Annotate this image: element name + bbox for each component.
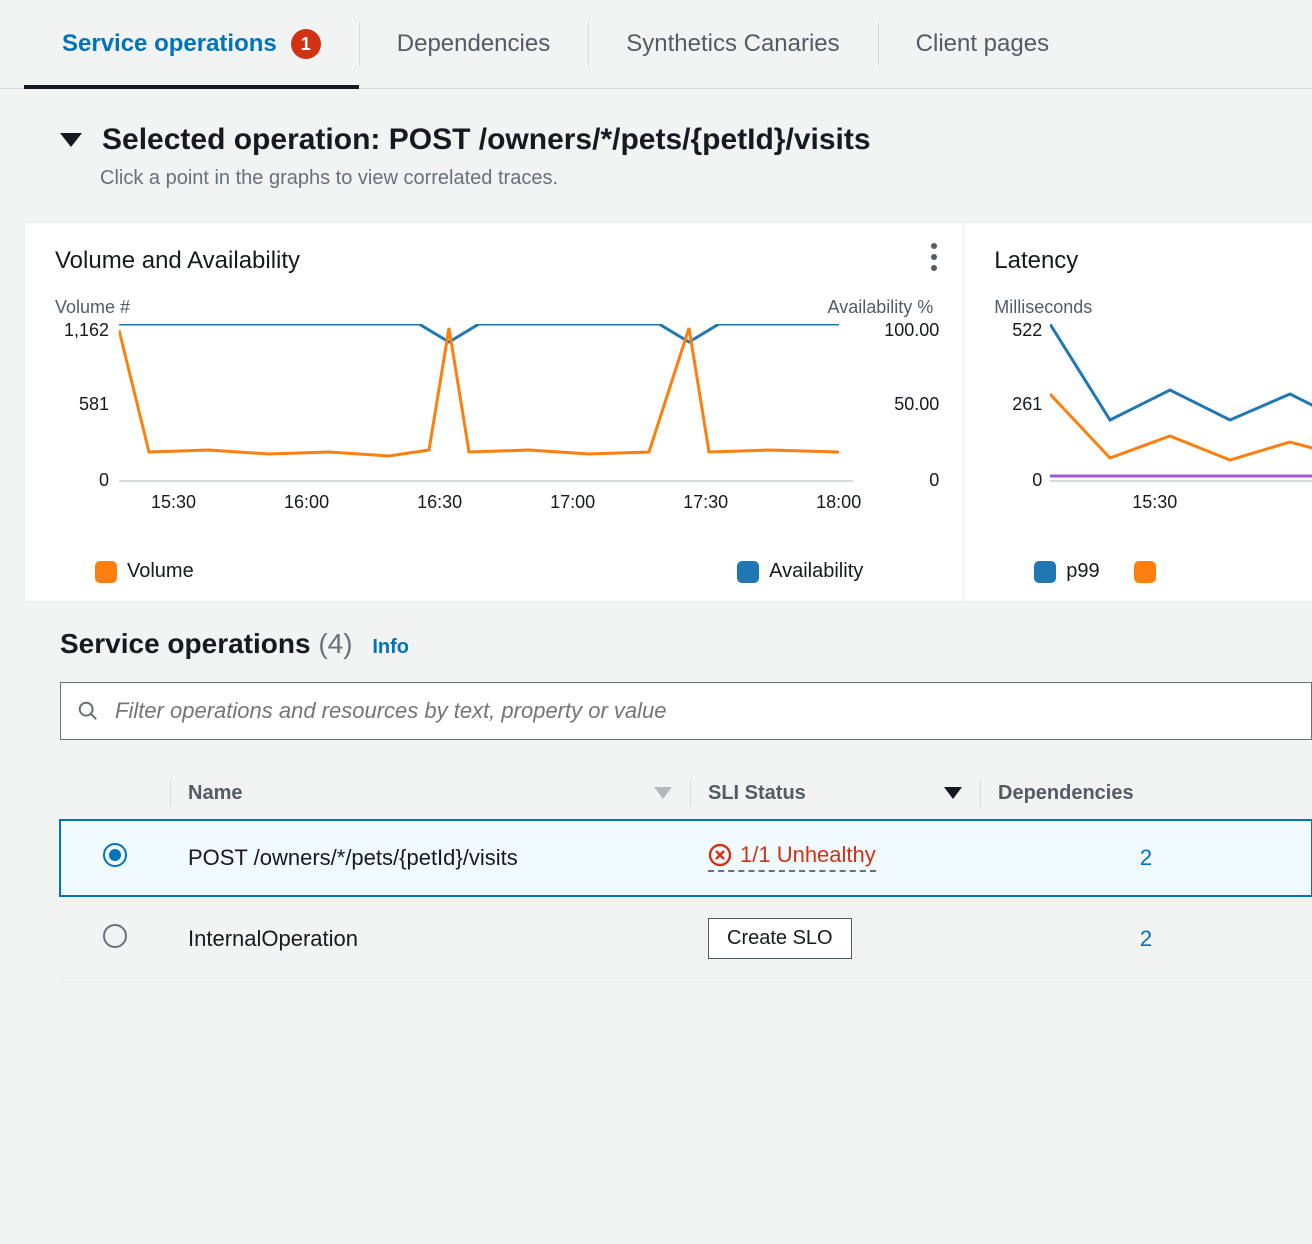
y-left-tick: 1,162 xyxy=(45,320,109,341)
tab-badge: 1 xyxy=(291,29,321,59)
legend-item-availability[interactable]: Availability xyxy=(737,560,863,583)
legend-item-p99[interactable]: p99 xyxy=(1034,560,1099,583)
y-left-tick: 0 xyxy=(988,470,1042,491)
legend-item-p90[interactable] xyxy=(1134,561,1166,583)
sort-icon[interactable] xyxy=(944,787,962,799)
chart-lines xyxy=(1050,324,1312,484)
x-tick: 16:30 xyxy=(417,492,462,513)
chart-plot-area[interactable]: 522 261 0 15:30 xyxy=(1050,324,1282,514)
y-left-tick: 522 xyxy=(988,320,1042,341)
col-sli[interactable]: SLI Status xyxy=(708,782,806,804)
chart-menu-icon[interactable] xyxy=(925,237,943,277)
tab-dependencies[interactable]: Dependencies xyxy=(359,0,588,88)
y-right-axis-label: Availability % xyxy=(828,297,934,318)
chart-latency: Latency Milliseconds 522 261 0 xyxy=(964,223,1312,601)
sort-icon[interactable] xyxy=(654,787,672,799)
filter-input[interactable] xyxy=(113,697,1295,725)
chart-plot-area[interactable]: 1,162 581 0 100.00 50.00 0 1 xyxy=(119,324,853,514)
chart-lines xyxy=(119,324,839,484)
row-radio[interactable] xyxy=(103,924,127,948)
y-left-tick: 0 xyxy=(45,470,109,491)
tab-service-operations[interactable]: Service operations 1 xyxy=(24,0,359,88)
x-tick: 17:00 xyxy=(550,492,595,513)
x-tick: 15:30 xyxy=(151,492,196,513)
col-deps[interactable]: Dependencies xyxy=(998,782,1134,804)
legend-swatch-icon xyxy=(737,561,759,583)
tab-label: Service operations xyxy=(62,30,277,58)
tab-synthetics-canaries[interactable]: Synthetics Canaries xyxy=(588,0,877,88)
tab-label: Synthetics Canaries xyxy=(626,30,839,58)
chart-legend: p99 xyxy=(1034,560,1282,583)
chart-volume-availability: Volume and Availability Volume # Availab… xyxy=(25,223,964,601)
chart-title: Volume and Availability xyxy=(55,247,933,275)
info-link[interactable]: Info xyxy=(372,636,409,658)
y-right-tick: 0 xyxy=(929,470,939,491)
x-tick: 16:00 xyxy=(284,492,329,513)
charts-row: Volume and Availability Volume # Availab… xyxy=(24,222,1312,602)
search-icon xyxy=(77,700,99,722)
selected-operation-panel: Selected operation: POST /owners/*/pets/… xyxy=(24,113,1312,218)
legend-swatch-icon xyxy=(1034,561,1056,583)
create-slo-button[interactable]: Create SLO xyxy=(708,918,852,959)
operations-table: Name SLI Status Dependencies POST /owner… xyxy=(60,768,1312,982)
filter-input-container[interactable] xyxy=(60,682,1312,740)
x-tick: 15:30 xyxy=(1132,492,1177,513)
tab-label: Client pages xyxy=(916,30,1049,58)
row-name: InternalOperation xyxy=(170,896,690,982)
x-tick: 17:30 xyxy=(683,492,728,513)
row-radio[interactable] xyxy=(103,843,127,867)
legend-swatch-icon xyxy=(1134,561,1156,583)
section-heading: Service operations xyxy=(60,628,311,659)
y-right-tick: 50.00 xyxy=(894,394,939,415)
y-left-tick: 261 xyxy=(988,394,1042,415)
dependencies-link[interactable]: 2 xyxy=(998,845,1294,871)
sli-status-unhealthy[interactable]: 1/1 Unhealthy xyxy=(708,842,876,872)
tab-bar: Service operations 1 Dependencies Synthe… xyxy=(0,0,1312,89)
collapse-caret-icon[interactable] xyxy=(60,133,82,147)
selected-operation-title: Selected operation: POST /owners/*/pets/… xyxy=(102,123,871,157)
dependencies-link[interactable]: 2 xyxy=(998,926,1294,952)
col-name[interactable]: Name xyxy=(188,782,242,804)
chart-title: Latency xyxy=(994,247,1282,275)
selected-operation-subtitle: Click a point in the graphs to view corr… xyxy=(100,167,1306,190)
error-icon xyxy=(708,843,732,867)
y-left-axis-label: Volume # xyxy=(55,297,130,318)
row-name: POST /owners/*/pets/{petId}/visits xyxy=(170,820,690,896)
y-right-tick: 100.00 xyxy=(884,320,939,341)
table-row[interactable]: InternalOperation Create SLO 2 xyxy=(60,896,1312,982)
section-count: (4) xyxy=(318,628,352,659)
service-operations-section: Service operations (4) Info Name SLI Sta… xyxy=(24,602,1312,982)
legend-swatch-icon xyxy=(95,561,117,583)
y-left-tick: 581 xyxy=(45,394,109,415)
y-left-axis-label: Milliseconds xyxy=(994,297,1092,318)
tab-label: Dependencies xyxy=(397,30,550,58)
chart-legend: Volume Availability xyxy=(95,560,863,583)
tab-client-pages[interactable]: Client pages xyxy=(878,0,1087,88)
x-tick: 18:00 xyxy=(816,492,861,513)
table-row[interactable]: POST /owners/*/pets/{petId}/visits 1/1 U… xyxy=(60,820,1312,896)
legend-item-volume[interactable]: Volume xyxy=(95,560,194,583)
